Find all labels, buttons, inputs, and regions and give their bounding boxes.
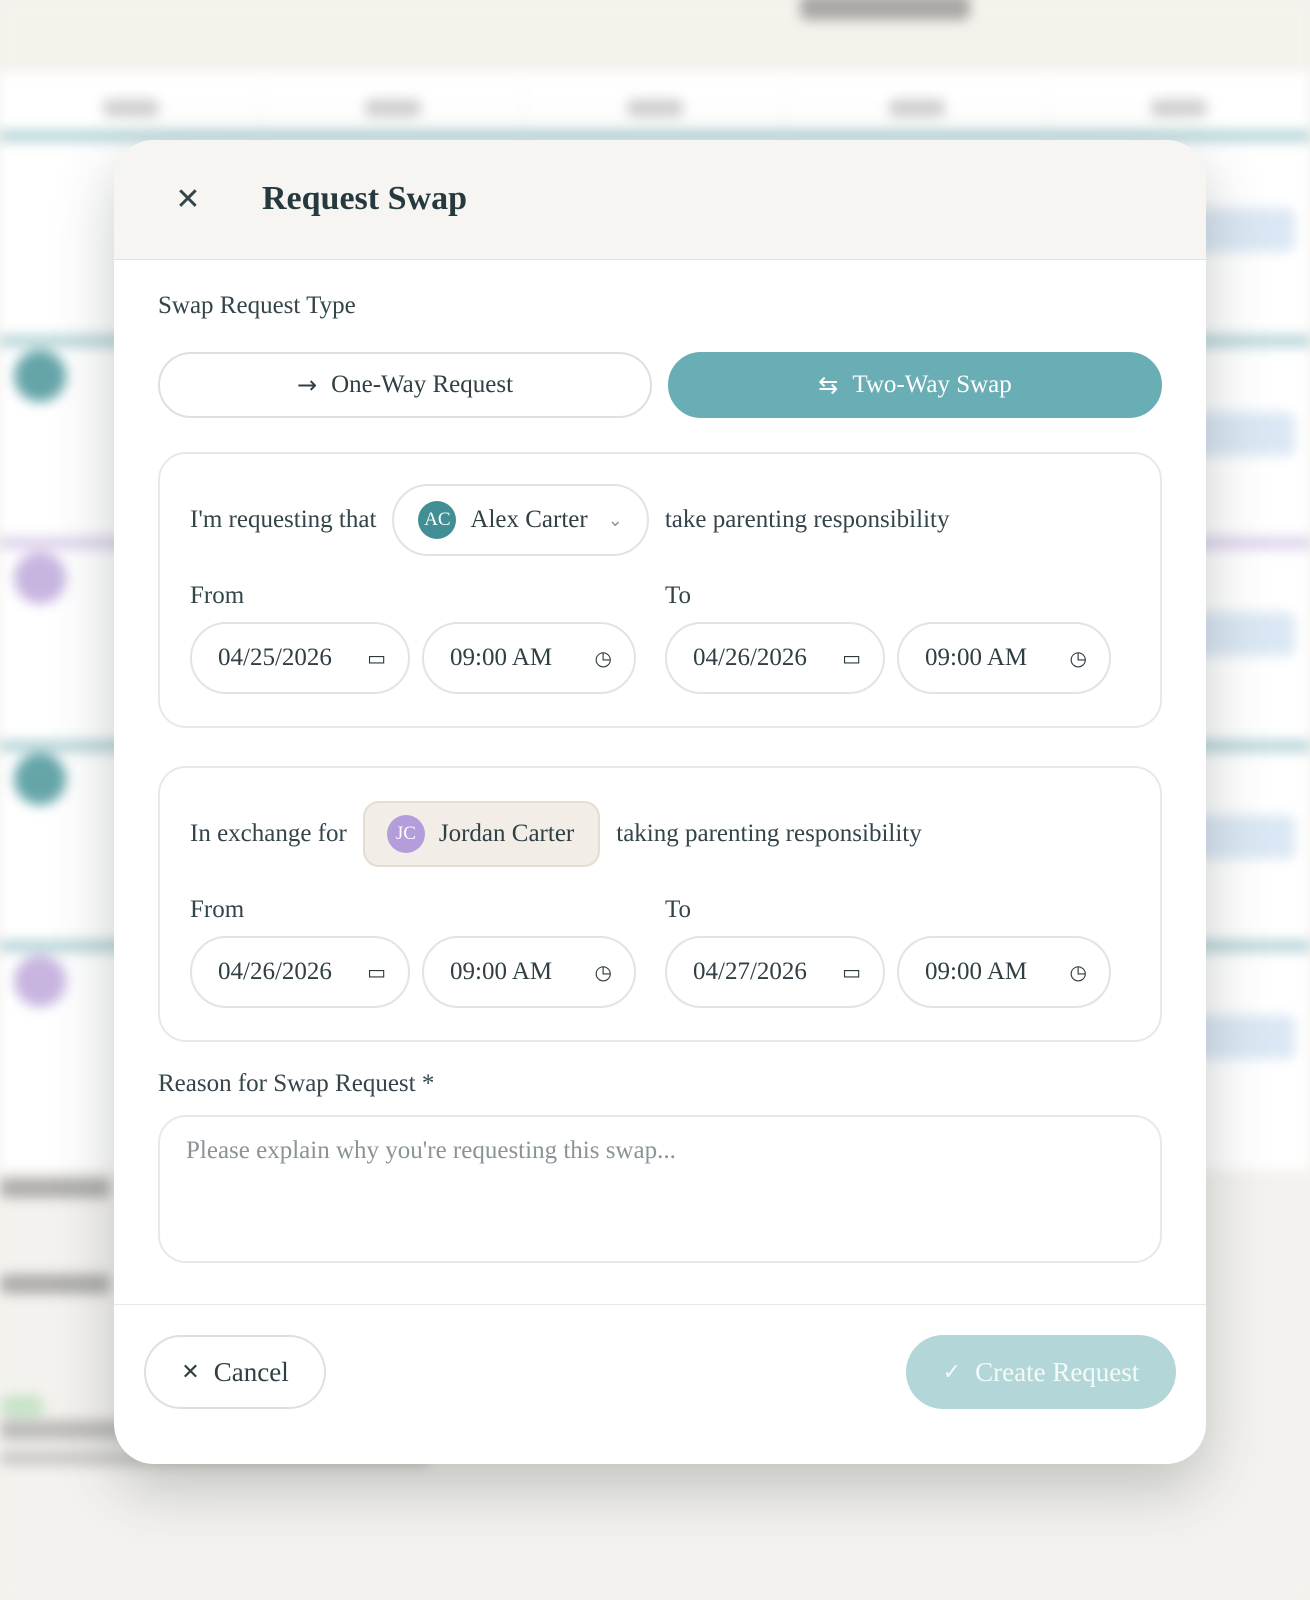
cancel-button[interactable]: ✕ Cancel bbox=[144, 1335, 326, 1409]
clock-icon: ◷ bbox=[594, 960, 612, 984]
bg-status-pill bbox=[0, 1395, 44, 1417]
exchange-person-badge: JC Jordan Carter bbox=[362, 801, 601, 867]
time-value: 09:00 AM bbox=[450, 644, 553, 671]
bg-event-chip bbox=[1195, 815, 1295, 859]
bg-text-line bbox=[0, 1178, 110, 1198]
two-way-swap-button[interactable]: ⇆ Two-Way Swap bbox=[668, 352, 1162, 418]
modal-header: ✕ Request Swap bbox=[114, 140, 1206, 260]
bg-topbar bbox=[0, 0, 1310, 72]
calendar-icon: ▭ bbox=[842, 646, 861, 670]
date-value: 04/26/2026 bbox=[693, 644, 807, 671]
calendar-icon: ▭ bbox=[367, 646, 386, 670]
request-suffix: take parenting responsibility bbox=[664, 506, 950, 533]
exchange-to-label: To bbox=[665, 896, 692, 923]
time-value: 09:00 AM bbox=[925, 958, 1028, 985]
exchange-from-label: From bbox=[190, 896, 245, 923]
exchange-to-date-input[interactable]: 04/27/2026 ▭ bbox=[665, 936, 885, 1008]
bg-avatar bbox=[14, 955, 66, 1007]
bg-event-chip bbox=[1195, 412, 1295, 456]
avatar: AC bbox=[418, 501, 457, 539]
create-request-label: Create Request bbox=[975, 1356, 1140, 1387]
calendar-icon: ▭ bbox=[842, 960, 861, 984]
exchange-from-date-input[interactable]: 04/26/2026 ▭ bbox=[190, 936, 410, 1008]
exchange-from-time-input[interactable]: 09:00 AM ◷ bbox=[422, 936, 636, 1008]
avatar: JC bbox=[386, 815, 425, 853]
exchange-card: In exchange for JC Jordan Carter taking … bbox=[158, 766, 1162, 1042]
bg-avatar bbox=[14, 350, 66, 402]
two-way-swap-label: Two-Way Swap bbox=[852, 371, 1012, 398]
request-card: I'm requesting that AC Alex Carter ⌄ tak… bbox=[158, 452, 1162, 728]
modal-footer: ✕ Cancel ✓ Create Request bbox=[114, 1304, 1206, 1464]
one-way-request-label: One-Way Request bbox=[331, 371, 514, 398]
one-way-request-button[interactable]: → One-Way Request bbox=[158, 352, 652, 418]
close-icon: ✕ bbox=[175, 182, 201, 217]
bg-month-title bbox=[800, 0, 970, 20]
request-swap-modal: ✕ Request Swap Swap Request Type → One-W… bbox=[114, 140, 1206, 1464]
request-from-label: From bbox=[190, 582, 245, 609]
close-icon: ✕ bbox=[181, 1359, 200, 1385]
request-from-time-input[interactable]: 09:00 AM ◷ bbox=[422, 622, 636, 694]
request-sentence: I'm requesting that AC Alex Carter ⌄ tak… bbox=[190, 484, 949, 556]
bg-avatar bbox=[14, 552, 66, 604]
bg-event-chip bbox=[1195, 612, 1295, 656]
swap-type-toggle: → One-Way Request ⇆ Two-Way Swap bbox=[158, 352, 1162, 418]
exchange-to-time-input[interactable]: 09:00 AM ◷ bbox=[897, 936, 1111, 1008]
exchange-person-name: Jordan Carter bbox=[438, 820, 575, 847]
request-to-time-input[interactable]: 09:00 AM ◷ bbox=[897, 622, 1111, 694]
exchange-sentence: In exchange for JC Jordan Carter taking … bbox=[190, 798, 922, 870]
request-to-date-input[interactable]: 04/26/2026 ▭ bbox=[665, 622, 885, 694]
selected-person-name: Alex Carter bbox=[470, 506, 588, 533]
swap-arrows-icon: ⇆ bbox=[818, 371, 839, 399]
clock-icon: ◷ bbox=[1069, 646, 1087, 670]
time-value: 09:00 AM bbox=[925, 644, 1028, 671]
time-value: 09:00 AM bbox=[450, 958, 553, 985]
date-value: 04/25/2026 bbox=[218, 644, 332, 671]
modal-title: Request Swap bbox=[262, 180, 467, 217]
date-value: 04/27/2026 bbox=[693, 958, 807, 985]
bg-avatar bbox=[14, 753, 66, 805]
person-select-dropdown[interactable]: AC Alex Carter ⌄ bbox=[392, 484, 649, 556]
exchange-prefix: In exchange for bbox=[190, 820, 347, 847]
date-value: 04/26/2026 bbox=[218, 958, 332, 985]
cancel-label: Cancel bbox=[213, 1356, 289, 1387]
bg-text-line bbox=[0, 1274, 110, 1294]
request-prefix: I'm requesting that bbox=[190, 506, 377, 533]
create-request-button[interactable]: ✓ Create Request bbox=[906, 1335, 1176, 1409]
calendar-icon: ▭ bbox=[367, 960, 386, 984]
request-to-label: To bbox=[665, 582, 692, 609]
check-icon: ✓ bbox=[942, 1359, 962, 1385]
swap-type-label: Swap Request Type bbox=[158, 292, 356, 319]
bg-event-chip bbox=[1195, 208, 1295, 252]
arrow-right-icon: → bbox=[296, 371, 318, 399]
chevron-down-icon: ⌄ bbox=[607, 509, 623, 531]
request-from-date-input[interactable]: 04/25/2026 ▭ bbox=[190, 622, 410, 694]
exchange-suffix: taking parenting responsibility bbox=[616, 820, 922, 847]
reason-textarea[interactable] bbox=[158, 1115, 1162, 1263]
bg-weekday-header bbox=[0, 80, 1310, 136]
close-button[interactable]: ✕ bbox=[170, 182, 206, 218]
reason-label: Reason for Swap Request * bbox=[158, 1070, 435, 1097]
clock-icon: ◷ bbox=[1069, 960, 1087, 984]
bg-event-chip bbox=[1195, 1015, 1295, 1059]
clock-icon: ◷ bbox=[594, 646, 612, 670]
